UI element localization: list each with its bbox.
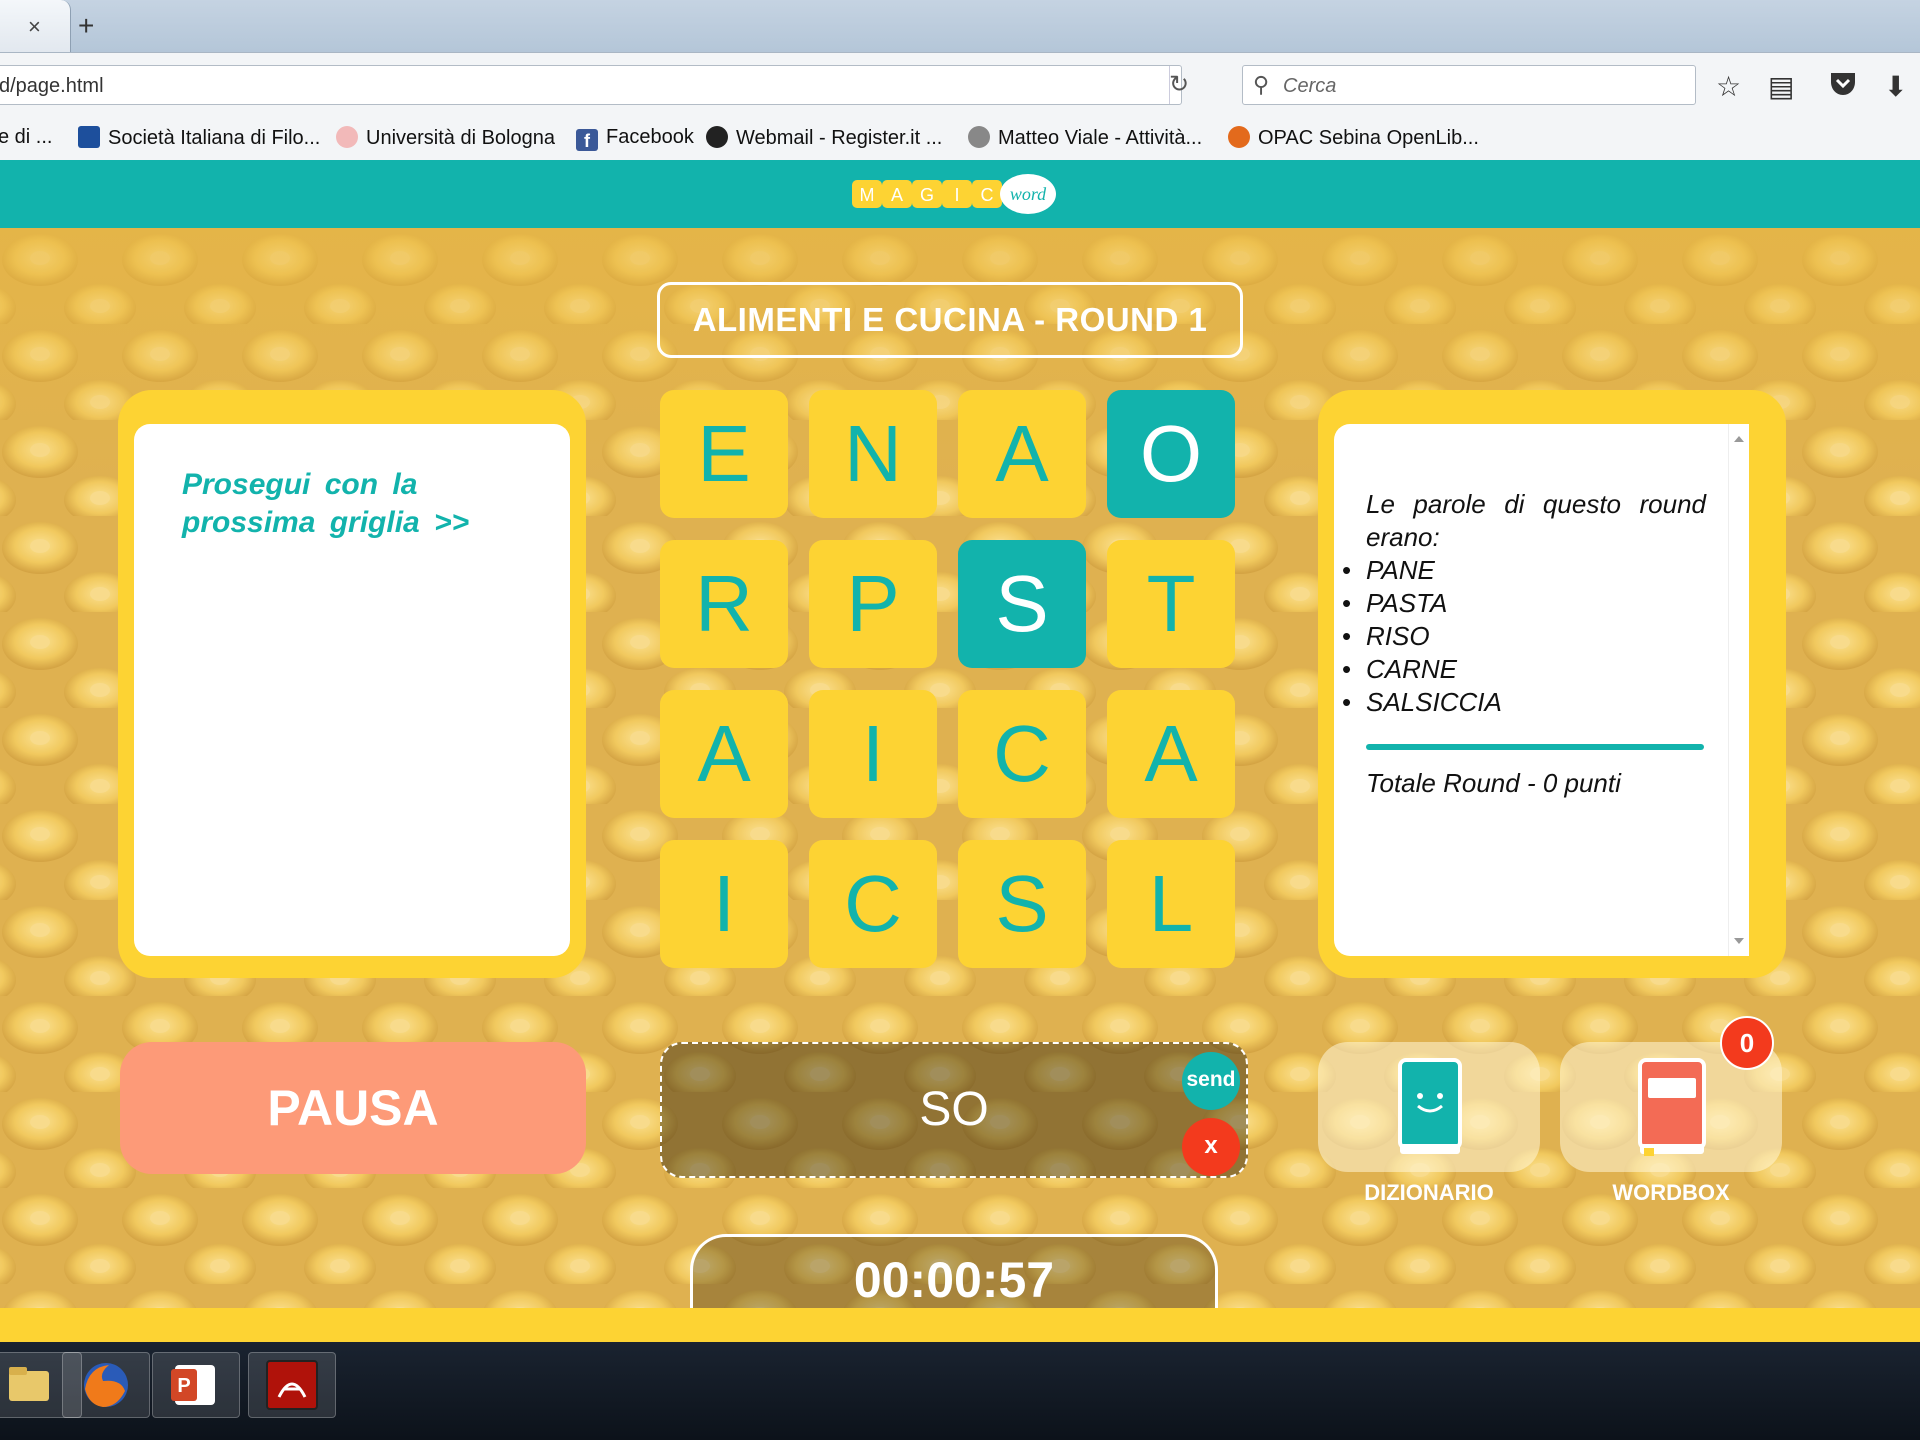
letter-tile[interactable]: P — [809, 540, 937, 668]
acrobat-taskbar-icon[interactable] — [248, 1352, 336, 1418]
globe-icon — [968, 126, 990, 148]
wordbox-label: WORDBOX — [1612, 1180, 1730, 1205]
list-item: CARNE — [1342, 653, 1706, 686]
letter-tile[interactable]: I — [809, 690, 937, 818]
results-panel-body: Le parole di questo round erano: PANE PA… — [1334, 424, 1746, 956]
bookmark-item[interactable]: f Facebook — [576, 126, 694, 151]
tab-strip: × + — [0, 0, 1920, 52]
bookmarks-bar: e di ... Società Italiana di Filo... Uni… — [0, 116, 1920, 161]
svg-text:A: A — [891, 185, 903, 205]
results-divider — [1366, 744, 1704, 750]
round-words-intro: Le parole di questo round erano: — [1366, 489, 1706, 552]
results-panel: Le parole di questo round erano: PANE PA… — [1318, 390, 1786, 978]
bookmark-item[interactable]: Società Italiana di Filo... — [78, 126, 320, 150]
scroll-down-icon — [1734, 938, 1744, 944]
current-word-box: SO send x — [660, 1042, 1248, 1178]
bookmark-star-icon[interactable]: ☆ — [1716, 70, 1741, 103]
download-icon[interactable]: ⬇ — [1884, 70, 1907, 103]
firefox-icon — [84, 1363, 128, 1407]
firefox-taskbar-icon[interactable] — [62, 1352, 150, 1418]
bookmark-item[interactable]: e di ... — [0, 126, 52, 149]
powerpoint-icon: P — [171, 1365, 215, 1405]
pause-button[interactable]: PAUSA — [120, 1042, 586, 1174]
letter-tile[interactable]: L — [1107, 840, 1235, 968]
timer-box: 00:00:57 — [690, 1234, 1218, 1308]
round-words: Le parole di questo round erano: PANE PA… — [1342, 488, 1706, 719]
letter-tile[interactable]: C — [809, 840, 937, 968]
svg-text:M: M — [860, 185, 875, 205]
footer-strip — [0, 1308, 1920, 1342]
bookmark-item[interactable]: Webmail - Register.it ... — [706, 126, 942, 150]
search-placeholder: Cerca — [1283, 75, 1337, 97]
site-header: M A G I C word — [0, 160, 1920, 228]
url-text: d/page.html — [0, 75, 104, 97]
magic-word-logo[interactable]: M A G I C word — [850, 172, 1056, 216]
list-item: SALSICCIA — [1342, 686, 1706, 719]
letter-tile-selected[interactable]: O — [1107, 390, 1235, 518]
reload-icon[interactable]: ↻ — [1169, 70, 1189, 99]
reading-list-icon[interactable]: ▤ — [1768, 70, 1794, 103]
dictionary-book-icon — [1398, 1058, 1462, 1154]
logo-graphic: M A G I C word — [852, 174, 1056, 214]
search-input[interactable]: ⚲ Cerca — [1242, 65, 1696, 105]
send-button[interactable]: send — [1182, 1052, 1240, 1110]
tab-close-icon[interactable]: × — [28, 14, 41, 40]
letter-tile[interactable]: C — [958, 690, 1086, 818]
svg-text:G: G — [920, 185, 934, 205]
list-item: PANE — [1342, 554, 1706, 587]
scrollbar-arrows — [1734, 436, 1744, 944]
wordbox-book-icon — [1638, 1058, 1706, 1156]
svg-text:I: I — [954, 185, 959, 205]
university-favicon-icon — [336, 126, 358, 148]
list-item: PASTA — [1342, 587, 1706, 620]
round-words-list: PANE PASTA RISO CARNE SALSICCIA — [1342, 554, 1706, 719]
letter-tile[interactable]: N — [809, 390, 937, 518]
address-bar[interactable]: d/page.html ↻ — [0, 65, 1189, 105]
letter-tile[interactable]: S — [958, 840, 1086, 968]
round-title: ALIMENTI E CUCINA - ROUND 1 — [657, 282, 1243, 358]
webmail-icon — [706, 126, 728, 148]
bookmark-item[interactable]: Università di Bologna — [336, 126, 555, 150]
letter-tile[interactable]: E — [660, 390, 788, 518]
current-word: SO — [919, 1083, 989, 1136]
dictionary-label: DIZIONARIO — [1364, 1180, 1494, 1205]
facebook-icon: f — [576, 129, 598, 151]
timer: 00:00:57 — [853, 1252, 1055, 1308]
letter-tile[interactable]: A — [958, 390, 1086, 518]
game-area: ALIMENTI E CUCINA - ROUND 1 Prosegui con… — [0, 228, 1920, 1308]
letter-grid: E N A O R P S T A I C A I C S L — [660, 390, 1236, 968]
message-panel-body: Prosegui con la prossima griglia >> — [134, 424, 570, 956]
pocket-icon[interactable] — [1828, 70, 1858, 105]
powerpoint-taskbar-icon[interactable]: P — [152, 1352, 240, 1418]
letter-tile[interactable]: I — [660, 840, 788, 968]
new-tab-icon[interactable]: + — [78, 10, 94, 42]
clear-word-button[interactable]: x — [1182, 1118, 1240, 1176]
svg-text:C: C — [981, 185, 994, 205]
results-scrollbar[interactable] — [1728, 424, 1749, 956]
site-favicon-icon — [78, 126, 100, 148]
message-panel: Prosegui con la prossima griglia >> — [118, 390, 586, 978]
letter-tile[interactable]: R — [660, 540, 788, 668]
opac-icon — [1228, 126, 1250, 148]
svg-text:P: P — [177, 1375, 190, 1397]
round-total: Totale Round - 0 punti — [1366, 768, 1621, 798]
letter-tile[interactable]: A — [660, 690, 788, 818]
letter-tile[interactable]: A — [1107, 690, 1235, 818]
svg-text:word: word — [1010, 184, 1047, 204]
dictionary-button[interactable] — [1318, 1042, 1540, 1172]
next-grid-link[interactable]: Prosegui con la prossima griglia >> — [182, 466, 562, 542]
scroll-up-icon — [1734, 436, 1744, 442]
letter-tile[interactable]: T — [1107, 540, 1235, 668]
wordbox-count-badge: 0 — [1720, 1016, 1774, 1070]
windows-taskbar: P — [0, 1342, 1920, 1440]
bookmark-item[interactable]: OPAC Sebina OpenLib... — [1228, 126, 1479, 150]
browser-tab[interactable]: × — [0, 0, 71, 52]
list-item: RISO — [1342, 620, 1706, 653]
search-icon: ⚲ — [1253, 72, 1270, 97]
letter-tile-selected[interactable]: S — [958, 540, 1086, 668]
acrobat-icon — [266, 1360, 318, 1410]
bookmark-item[interactable]: Matteo Viale - Attività... — [968, 126, 1202, 150]
